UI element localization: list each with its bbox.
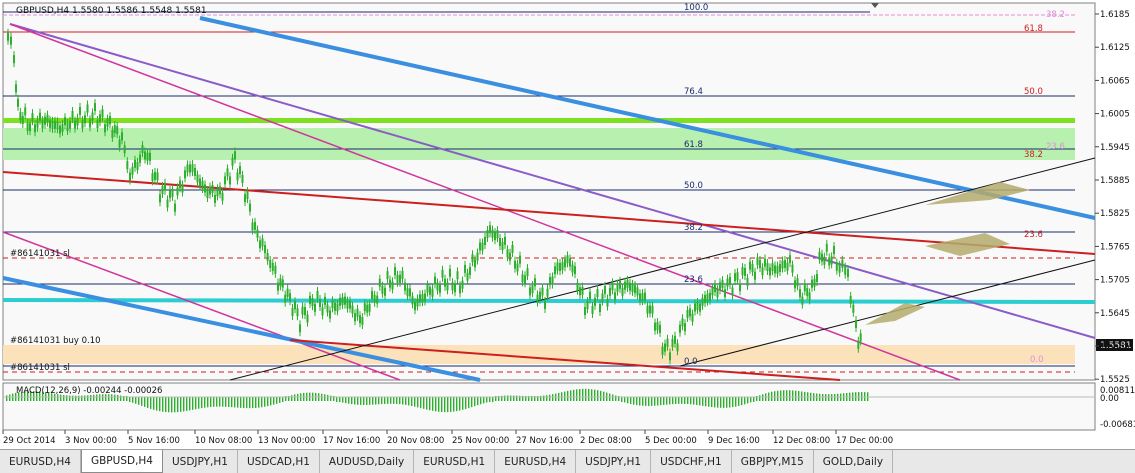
fib-level-label-right: 23.6 <box>1024 230 1043 240</box>
green-zone <box>3 128 1075 160</box>
date-axis-label: 20 Nov 08:00 <box>387 436 444 446</box>
price-axis-label: 1.5765 <box>1100 242 1130 252</box>
chart-tab-audusd-daily[interactable]: AUDUSD,Daily <box>320 450 415 473</box>
fib-level-label-right: 38.2 <box>1046 10 1065 20</box>
date-axis-label: 12 Dec 08:00 <box>773 436 830 446</box>
price-axis-label: 1.6005 <box>1100 110 1130 120</box>
chart-tab-eurusd-h4[interactable]: EURUSD,H4 <box>0 450 81 473</box>
price-axis-label: 1.5945 <box>1100 143 1130 153</box>
price-axis-label: 1.5825 <box>1100 209 1130 219</box>
date-axis-label: 9 Dec 16:00 <box>708 436 760 446</box>
macd-label: MACD(12,26,9) -0.00244 -0.00026 <box>16 386 162 396</box>
date-axis-label: 10 Nov 08:00 <box>195 436 252 446</box>
fib-level-label: 23.6 <box>684 275 703 285</box>
fib-level-label-right: 50.0 <box>1024 87 1043 97</box>
price-axis-label: 1.6185 <box>1100 10 1130 20</box>
trade-object-label: #86141031 sl <box>10 363 70 373</box>
fib-level-label: 61.8 <box>684 140 703 150</box>
trade-object-label: #86141031 buy 0.10 <box>10 336 101 346</box>
chart-tab-usdjpy-h1[interactable]: USDJPY,H1 <box>163 450 238 473</box>
fib-level-label: 0.0 <box>684 357 698 367</box>
price-axis-label: 1.5585 <box>1100 342 1130 352</box>
chart-tab-gbpusd-h4[interactable]: GBPUSD,H4 <box>80 450 163 473</box>
fib-level-label-right: 61.8 <box>1024 24 1043 34</box>
macd-axis-label: -0.00681 <box>1100 420 1135 430</box>
chart-tab-eurusd-h4[interactable]: EURUSD,H4 <box>495 450 577 473</box>
peach-zone <box>3 345 1075 364</box>
chart-tab-gold-daily[interactable]: GOLD,Daily <box>814 450 894 473</box>
macd-axis-label: 0.00 <box>1100 394 1119 404</box>
date-axis-label: 17 Nov 16:00 <box>323 436 380 446</box>
date-axis-label: 17 Dec 00:00 <box>836 436 893 446</box>
price-axis-label: 1.5885 <box>1100 176 1130 186</box>
fib-level-label: 50.0 <box>684 181 703 191</box>
chart-tab-gbpjpy-m15[interactable]: GBPJPY,M15 <box>732 450 814 473</box>
price-axis-label: 1.5525 <box>1100 375 1130 385</box>
price-axis-label: 1.6065 <box>1100 76 1130 86</box>
date-axis-label: 25 Nov 00:00 <box>452 436 509 446</box>
terminal-window: GBPUSD,H4 1.5580 1.5586 1.5548 1.5581 1.… <box>0 0 1135 473</box>
chart-tab-usdcad-h1[interactable]: USDCAD,H1 <box>238 450 320 473</box>
chart-canvas[interactable]: GBPUSD,H4 1.5580 1.5586 1.5548 1.5581 1.… <box>0 0 1135 448</box>
lime-band <box>3 118 1075 123</box>
date-axis-label: 13 Nov 00:00 <box>258 436 315 446</box>
fib-level-label: 76.4 <box>684 87 703 97</box>
price-axis-label: 1.6125 <box>1100 43 1130 53</box>
date-axis-label: 5 Nov 16:00 <box>128 436 180 446</box>
date-axis-label: 5 Dec 00:00 <box>645 436 697 446</box>
chart-tab-usdchf-h1[interactable]: USDCHF,H1 <box>651 450 732 473</box>
chart-tab-usdjpy-h1[interactable]: USDJPY,H1 <box>576 450 652 473</box>
date-axis-label: 27 Nov 16:00 <box>516 436 573 446</box>
date-axis-label: 2 Dec 08:00 <box>580 436 632 446</box>
chart-tab-eurusd-h1[interactable]: EURUSD,H1 <box>414 450 496 473</box>
price-axis-label: 1.5645 <box>1100 309 1130 319</box>
date-axis-label: 29 Oct 2014 <box>3 436 56 446</box>
chart-tab-bar: EURUSD,H4 GBPUSD,H4 USDJPY,H1 USDCAD,H1 AUDU… <box>0 449 1135 473</box>
date-axis-label: 3 Nov 00:00 <box>65 436 117 446</box>
fib-level-label-right: 38.2 <box>1024 150 1043 160</box>
fib-level-label-right: 0.0 <box>1030 355 1044 365</box>
price-axis-label: 1.5705 <box>1100 276 1130 286</box>
fib-level-label: 100.0 <box>684 3 708 13</box>
fib-level-label-right: 23.6 <box>1046 142 1065 152</box>
chart-header: GBPUSD,H4 1.5580 1.5586 1.5548 1.5581 <box>16 6 207 16</box>
price-chart[interactable]: GBPUSD,H4 1.5580 1.5586 1.5548 1.5581 1.… <box>0 0 1135 448</box>
fib-level-label: 38.2 <box>684 223 703 233</box>
trade-object-label: #86141031 sl <box>10 249 70 259</box>
